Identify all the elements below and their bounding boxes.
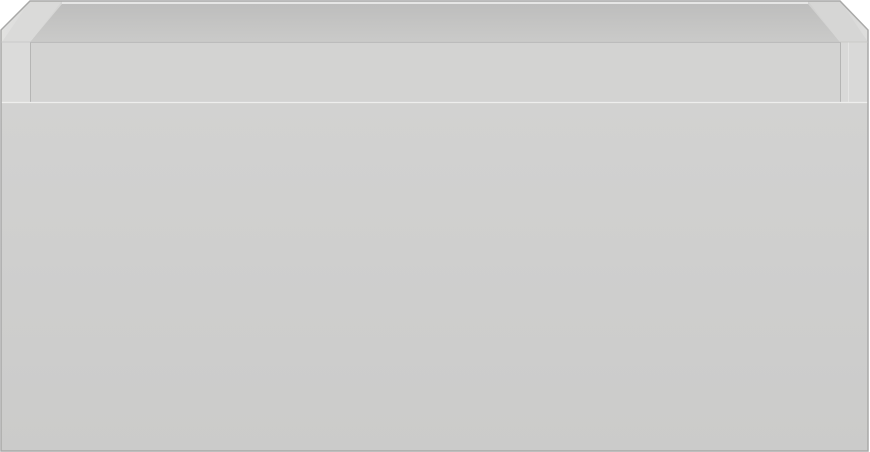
drawer-front-panel	[1, 102, 868, 451]
drawer-inner-back-wall	[30, 2, 840, 42]
vanity-drawer-product-image	[0, 0, 870, 452]
drawer-inner-box-front	[30, 42, 840, 102]
drawer-right-rail	[840, 42, 868, 102]
drawer-left-rail	[1, 42, 30, 102]
drawer-illustration	[0, 0, 869, 452]
